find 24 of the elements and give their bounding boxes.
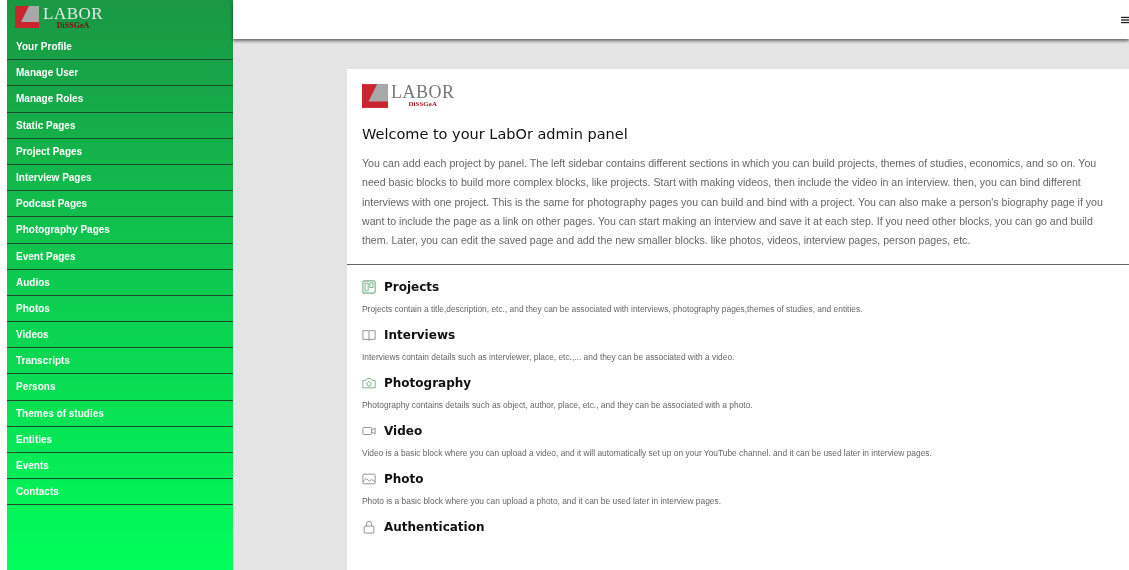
logo-text: LABOR [43, 4, 104, 22]
section-title: Authentication [384, 520, 485, 535]
page-title: Welcome to your LabOr admin panel [362, 126, 629, 142]
image-icon [362, 472, 376, 487]
section-description: Interviews contain details such as interviewer, place, etc.,... and they can be associated with a video. [362, 352, 736, 363]
section-description: Video is a basic block where you can upload a video, and it will automatically set up on your YouTube channel. and it can be used later in interview pages. [362, 448, 933, 459]
intro-paragraph: You can add each project by panel. The left sidebar contains different sections in which you can build projects, themes of studies, economics, and so on. You need basic blocks to build more complex blocks, like projects. Start with making videos, then include the video in an interview. then, you can bind different interviews with one project. This is the same for photography pages you can build and bind with a project. You can also make a person's biography page if you want to include the page as a link on other pages. You can start making an interview and save it at each step. If you need other blocks, you can go and build them. Later, you can edit the saved page and add the new smaller blocks. like photos, videos, interview pages, person pages, etc. [362, 156, 1104, 249]
menu-icon[interactable] [1121, 15, 1129, 24]
logo-icon [15, 6, 39, 28]
section-title: Photo [384, 472, 424, 487]
lock-icon [362, 520, 376, 535]
book-icon [362, 328, 376, 343]
section-description: Projects contain a title,description, etc., and they can be associated with interviews, photography pages,themes of studies, and entities. [362, 304, 864, 315]
section-description: Photography contains details such as object, author, place, etc., and they can be associated with a photo. [362, 400, 754, 411]
section-description: Photo is a basic block where you can upload a photo, and it can be used later in interview pages. [362, 496, 722, 507]
logo-subtitle: DiSSGeA [56, 21, 90, 30]
camera-icon [362, 376, 376, 391]
section-title: Interviews [384, 328, 456, 343]
logo-text: LABOR [391, 83, 455, 101]
section-title: Photography [384, 376, 472, 391]
board-icon [362, 280, 376, 295]
logo-icon [362, 84, 388, 108]
section-title: Video [384, 424, 423, 439]
section-title: Projects [384, 280, 440, 295]
